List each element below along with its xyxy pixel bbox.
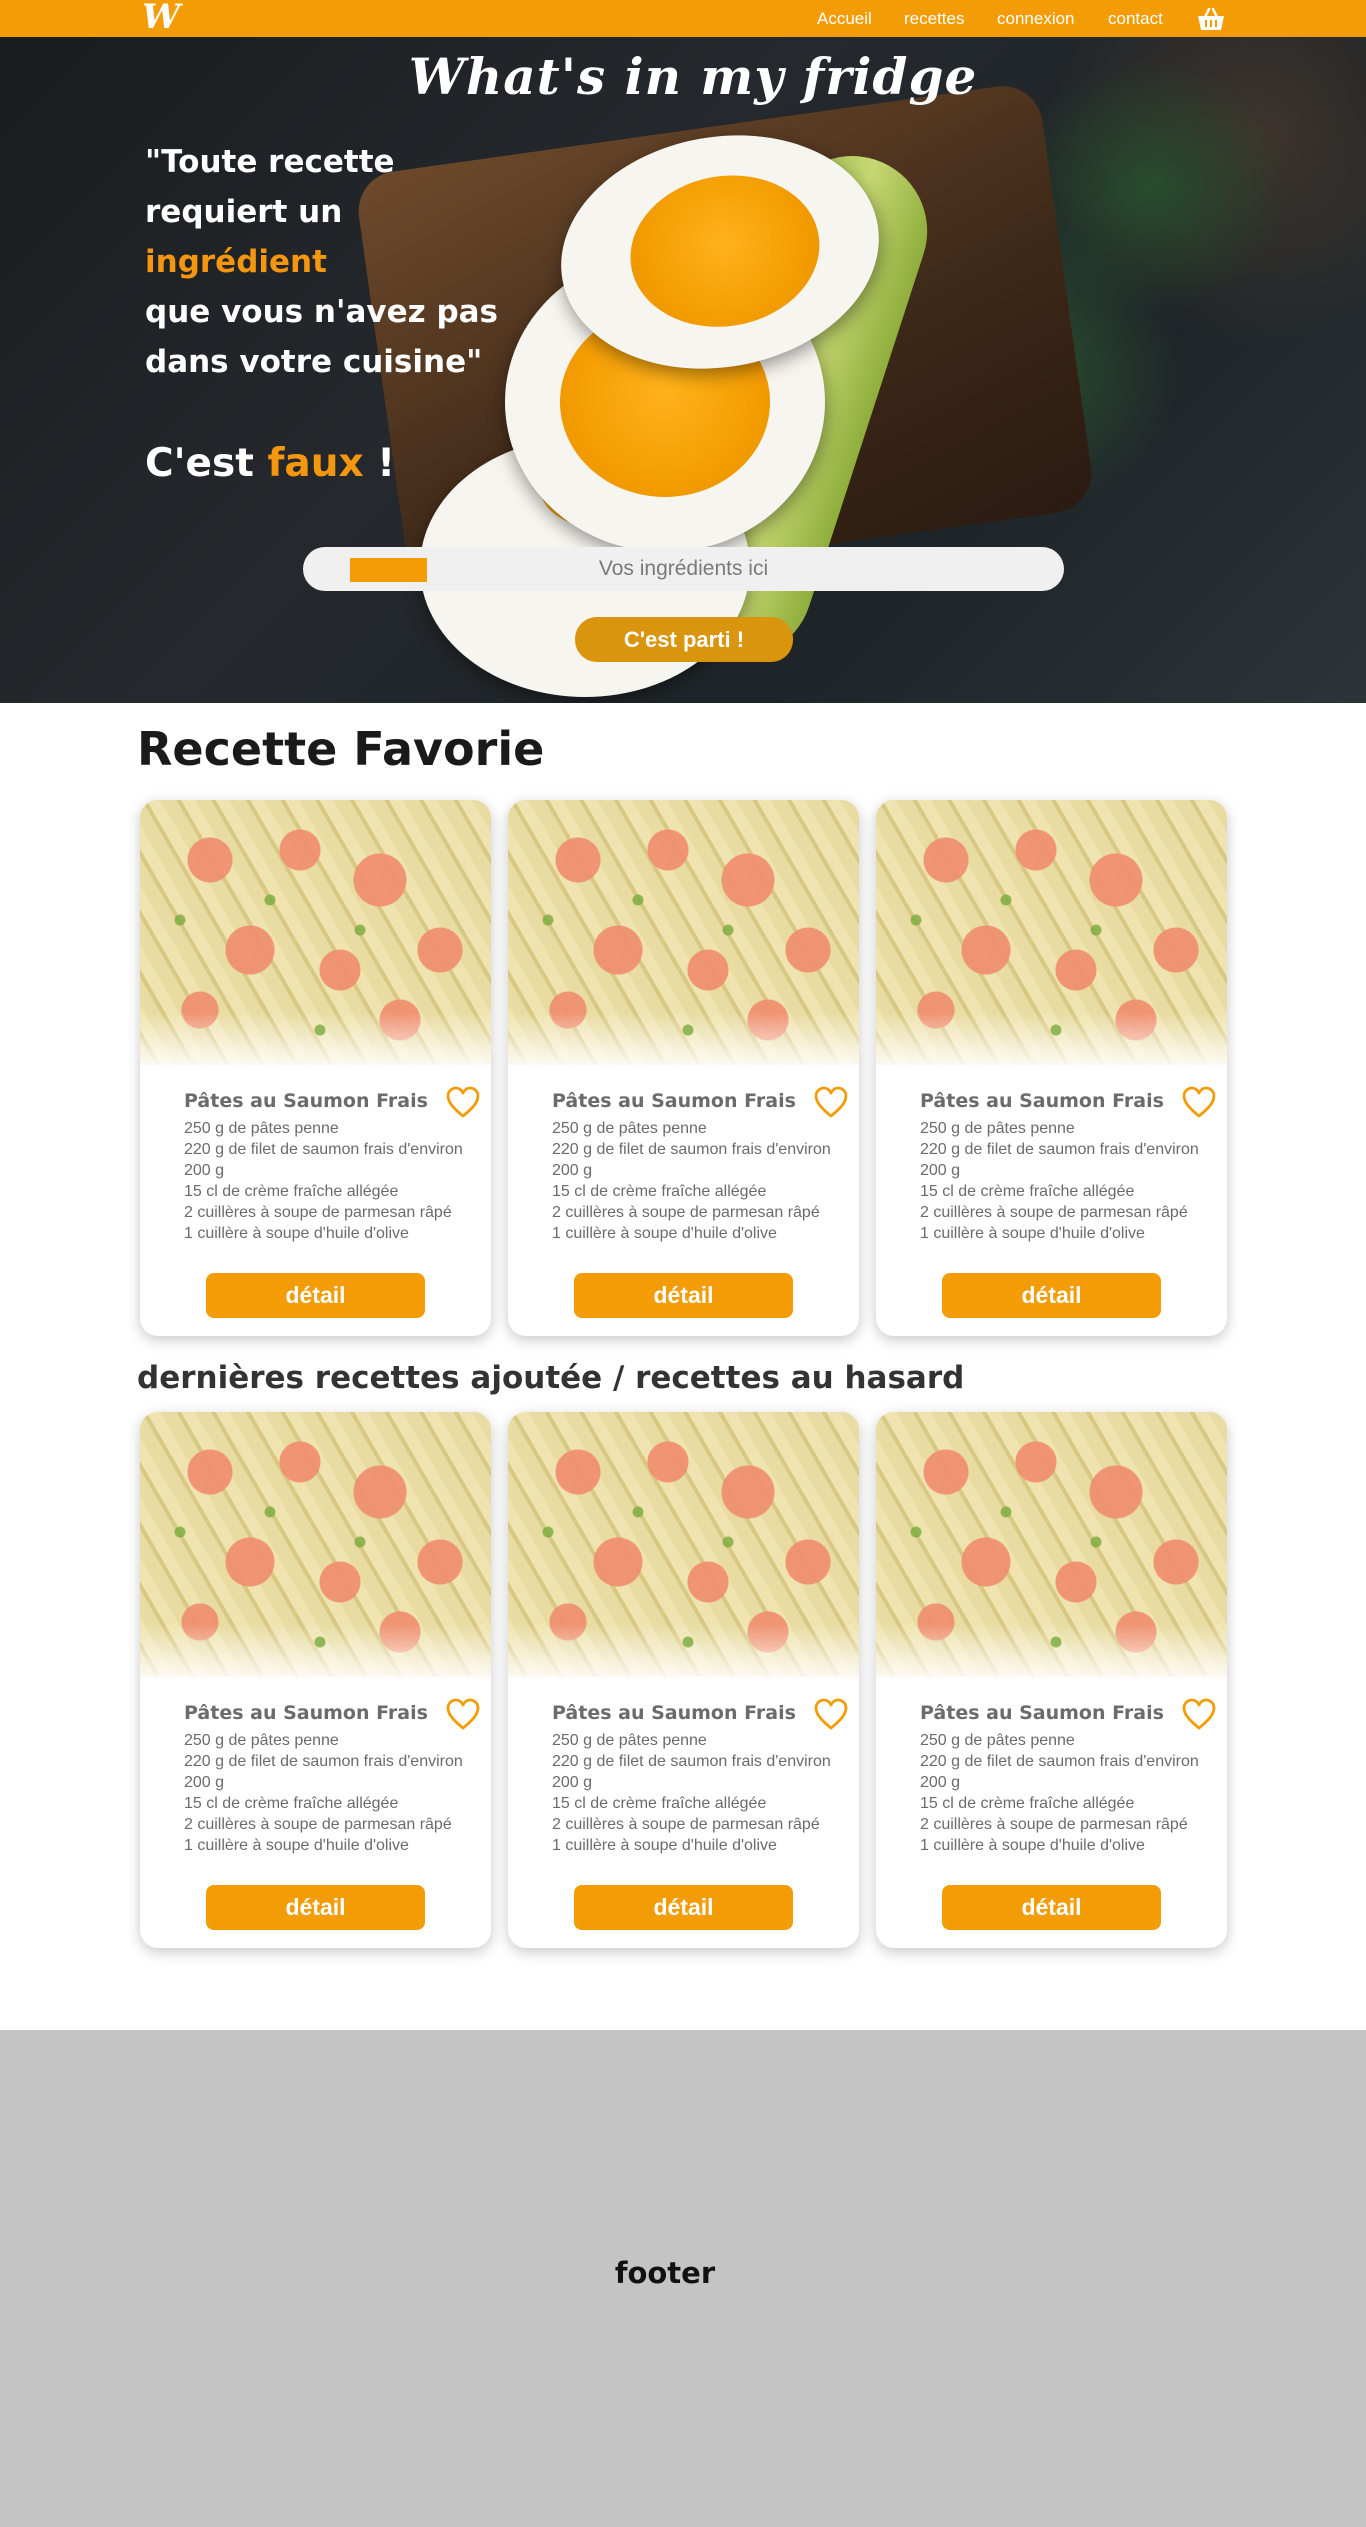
search-submit-button[interactable]: C'est parti !: [575, 617, 793, 662]
nav-link-accueil[interactable]: Accueil: [817, 9, 872, 29]
claim-suffix: !: [377, 441, 396, 486]
recipe-card: Pâtes au Saumon Frais 250 g de pâtes pen…: [876, 800, 1227, 1336]
top-navbar: W Accueil recettes connexion contact: [0, 0, 1366, 37]
ingredient-item: 15 cl de crème fraîche allégée: [920, 1795, 1135, 1812]
ingredient-item: 2 cuillères à soupe de parmesan râpé: [184, 1204, 452, 1221]
heart-icon[interactable]: [813, 1698, 849, 1732]
detail-button[interactable]: détail: [942, 1885, 1161, 1930]
ingredient-item: 2 cuillères à soupe de parmesan râpé: [920, 1816, 1188, 1833]
ingredient-item: 1 cuillère à soupe d'huile d'olive: [552, 1225, 777, 1242]
ingredient-item: 220 g de filet de saumon frais d'environ…: [920, 1141, 1199, 1179]
ingredient-item: 2 cuillères à soupe de parmesan râpé: [920, 1204, 1188, 1221]
recipe-image[interactable]: [508, 800, 859, 1065]
recipe-card: Pâtes au Saumon Frais 250 g de pâtes pen…: [508, 1412, 859, 1948]
ingredient-item: 2 cuillères à soupe de parmesan râpé: [184, 1816, 452, 1833]
detail-button[interactable]: détail: [942, 1273, 1161, 1318]
heart-icon[interactable]: [445, 1086, 481, 1120]
ingredient-item: 15 cl de crème fraîche allégée: [552, 1183, 767, 1200]
site-logo[interactable]: W: [142, 0, 192, 37]
footer-label: footer: [614, 2256, 716, 2290]
ingredient-item: 1 cuillère à soupe d'huile d'olive: [920, 1225, 1145, 1242]
ingredient-item: 250 g de pâtes penne: [920, 1732, 1075, 1749]
recipe-card: Pâtes au Saumon Frais 250 g de pâtes pen…: [508, 800, 859, 1336]
quote-line: requiert un: [145, 194, 343, 230]
ingredient-search-bar: [303, 547, 1064, 591]
claim-prefix: C'est: [145, 441, 254, 486]
ingredient-item: 220 g de filet de saumon frais d'environ…: [552, 1753, 831, 1791]
recipe-name: Pâtes au Saumon Frais: [184, 1702, 428, 1724]
nav-link-contact[interactable]: contact: [1108, 9, 1163, 29]
nav-link-recettes[interactable]: recettes: [904, 9, 964, 29]
latest-section-title: dernières recettes ajoutée / recettes au…: [137, 1360, 965, 1396]
recipe-card: Pâtes au Saumon Frais 250 g de pâtes pen…: [876, 1412, 1227, 1948]
hero-quote: "Toute recette requiert un ingrédient qu…: [145, 137, 565, 387]
ingredient-search-input[interactable]: [303, 547, 1064, 591]
ingredient-list: 250 g de pâtes penne 220 g de filet de s…: [552, 1118, 852, 1244]
ingredient-item: 1 cuillère à soupe d'huile d'olive: [920, 1837, 1145, 1854]
recipe-image[interactable]: [140, 800, 491, 1065]
heart-icon[interactable]: [1181, 1698, 1217, 1732]
hero-claim: C'est faux !: [145, 439, 565, 489]
basket-icon[interactable]: [1196, 6, 1226, 32]
heart-icon[interactable]: [1181, 1086, 1217, 1120]
detail-button[interactable]: détail: [206, 1885, 425, 1930]
recipe-card: Pâtes au Saumon Frais 250 g de pâtes pen…: [140, 800, 491, 1336]
recipe-name: Pâtes au Saumon Frais: [552, 1702, 796, 1724]
ingredient-item: 2 cuillères à soupe de parmesan râpé: [552, 1816, 820, 1833]
recipe-image[interactable]: [876, 800, 1227, 1065]
detail-button[interactable]: détail: [574, 1885, 793, 1930]
ingredient-item: 250 g de pâtes penne: [184, 1120, 339, 1137]
ingredient-item: 15 cl de crème fraîche allégée: [184, 1795, 399, 1812]
recipe-name: Pâtes au Saumon Frais: [920, 1702, 1164, 1724]
ingredient-list: 250 g de pâtes penne 220 g de filet de s…: [184, 1730, 484, 1856]
ingredient-item: 220 g de filet de saumon frais d'environ…: [552, 1141, 831, 1179]
recipe-name: Pâtes au Saumon Frais: [552, 1090, 796, 1112]
recipe-name: Pâtes au Saumon Frais: [920, 1090, 1164, 1112]
detail-button[interactable]: détail: [206, 1273, 425, 1318]
ingredient-item: 15 cl de crème fraîche allégée: [552, 1795, 767, 1812]
ingredient-item: 250 g de pâtes penne: [552, 1732, 707, 1749]
quote-line: "Toute recette: [145, 144, 395, 180]
recipe-image[interactable]: [140, 1412, 491, 1677]
hero-title: What's in my fridge: [408, 47, 978, 106]
ingredient-list: 250 g de pâtes penne 220 g de filet de s…: [920, 1730, 1220, 1856]
ingredient-item: 2 cuillères à soupe de parmesan râpé: [552, 1204, 820, 1221]
ingredient-item: 220 g de filet de saumon frais d'environ…: [184, 1141, 463, 1179]
claim-accent-word: faux: [267, 441, 364, 486]
ingredient-item: 15 cl de crème fraîche allégée: [920, 1183, 1135, 1200]
ingredient-item: 250 g de pâtes penne: [184, 1732, 339, 1749]
heart-icon[interactable]: [813, 1086, 849, 1120]
ingredient-item: 1 cuillère à soupe d'huile d'olive: [184, 1837, 409, 1854]
page-footer: footer: [0, 2030, 1366, 2527]
recipe-image[interactable]: [508, 1412, 859, 1677]
quote-accent-word: ingrédient: [145, 244, 327, 280]
recipe-card: Pâtes au Saumon Frais 250 g de pâtes pen…: [140, 1412, 491, 1948]
recipe-name: Pâtes au Saumon Frais: [184, 1090, 428, 1112]
ingredient-item: 250 g de pâtes penne: [920, 1120, 1075, 1137]
detail-button[interactable]: détail: [574, 1273, 793, 1318]
ingredient-item: 250 g de pâtes penne: [552, 1120, 707, 1137]
favorites-section-title: Recette Favorie: [137, 722, 545, 776]
ingredient-item: 220 g de filet de saumon frais d'environ…: [184, 1753, 463, 1791]
ingredient-list: 250 g de pâtes penne 220 g de filet de s…: [920, 1118, 1220, 1244]
quote-line: que vous n'avez pas: [145, 294, 499, 330]
ingredient-list: 250 g de pâtes penne 220 g de filet de s…: [552, 1730, 852, 1856]
ingredient-item: 1 cuillère à soupe d'huile d'olive: [552, 1837, 777, 1854]
nav-link-connexion[interactable]: connexion: [997, 9, 1075, 29]
ingredient-list: 250 g de pâtes penne 220 g de filet de s…: [184, 1118, 484, 1244]
ingredient-item: 220 g de filet de saumon frais d'environ…: [920, 1753, 1199, 1791]
recipe-image[interactable]: [876, 1412, 1227, 1677]
ingredient-item: 15 cl de crème fraîche allégée: [184, 1183, 399, 1200]
quote-line: dans votre cuisine": [145, 344, 483, 380]
heart-icon[interactable]: [445, 1698, 481, 1732]
hero-banner: What's in my fridge "Toute recette requi…: [0, 37, 1366, 703]
ingredient-item: 1 cuillère à soupe d'huile d'olive: [184, 1225, 409, 1242]
